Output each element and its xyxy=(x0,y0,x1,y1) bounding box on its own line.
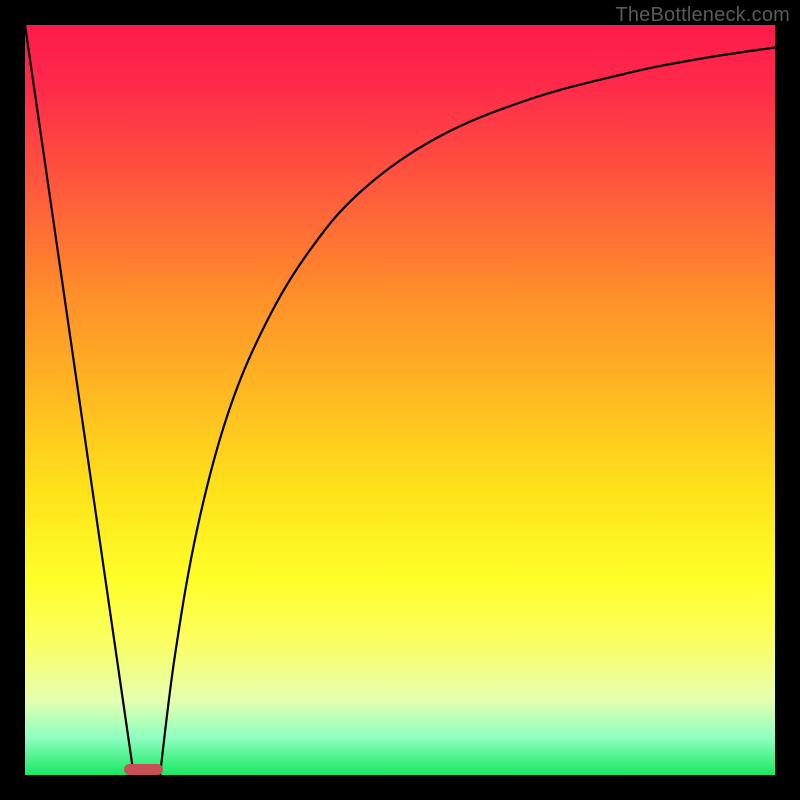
bottleneck-marker xyxy=(124,764,163,775)
plot-area xyxy=(25,25,775,775)
watermark-text: TheBottleneck.com xyxy=(615,4,790,27)
left-line-path xyxy=(25,25,134,775)
chart-container: TheBottleneck.com xyxy=(0,0,800,800)
curve-layer xyxy=(25,25,775,775)
right-curve-path xyxy=(160,48,775,776)
